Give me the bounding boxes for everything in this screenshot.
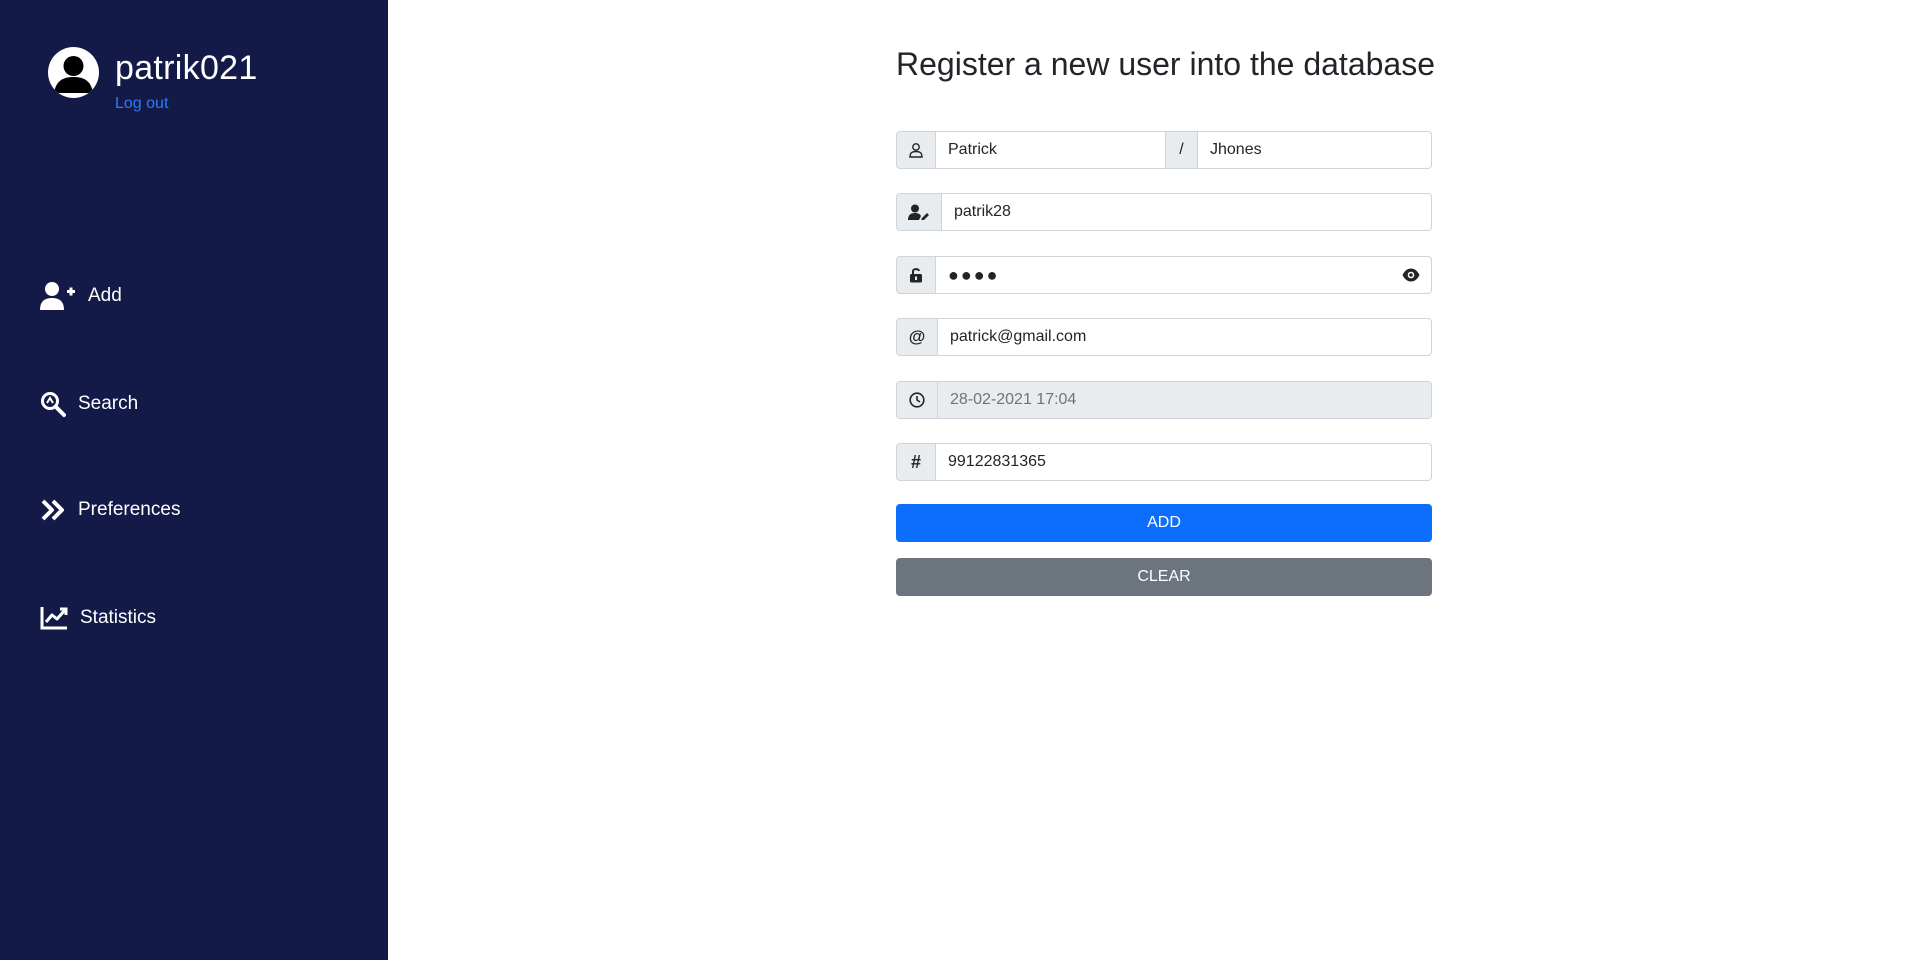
eye-icon[interactable] bbox=[1402, 268, 1420, 287]
email-input[interactable] bbox=[938, 318, 1432, 356]
id-number-row: # bbox=[896, 443, 1432, 481]
clock-icon bbox=[896, 381, 938, 419]
search-icon bbox=[40, 391, 66, 417]
page-title: Register a new user into the database bbox=[896, 46, 1435, 82]
password-wrapper bbox=[936, 256, 1432, 294]
id-addon: # bbox=[896, 443, 936, 481]
id-number-input[interactable] bbox=[936, 443, 1432, 481]
logout-link[interactable]: Log out bbox=[115, 95, 168, 113]
person-icon bbox=[896, 131, 936, 169]
username-row bbox=[896, 193, 1432, 231]
name-separator: / bbox=[1166, 131, 1198, 169]
last-name-input[interactable] bbox=[1198, 131, 1432, 169]
chart-line-icon bbox=[40, 605, 68, 631]
password-input[interactable] bbox=[936, 256, 1432, 294]
sidebar-item-label: Search bbox=[78, 393, 139, 414]
main-content: Register a new user into the database / bbox=[388, 0, 1920, 960]
sidebar-item-label: Statistics bbox=[80, 607, 157, 628]
add-button[interactable]: ADD bbox=[896, 504, 1432, 542]
email-addon: @ bbox=[896, 318, 938, 356]
sidebar-item-label: Add bbox=[88, 285, 122, 306]
datetime-row bbox=[896, 381, 1432, 419]
password-row bbox=[896, 256, 1432, 294]
username-label: patrik021 bbox=[115, 49, 258, 87]
first-name-input[interactable] bbox=[936, 131, 1166, 169]
sidebar-item-add[interactable]: Add bbox=[40, 281, 122, 311]
sidebar-item-statistics[interactable]: Statistics bbox=[40, 605, 156, 631]
double-chevron-right-icon bbox=[40, 498, 66, 522]
sidebar-item-search[interactable]: Search bbox=[40, 391, 138, 417]
clear-button[interactable]: CLEAR bbox=[896, 558, 1432, 596]
sidebar: patrik021 Log out Add Search Preferences… bbox=[0, 0, 388, 960]
user-edit-icon bbox=[896, 193, 942, 231]
unlock-icon bbox=[896, 256, 936, 294]
datetime-field bbox=[938, 381, 1432, 419]
user-avatar-icon bbox=[48, 47, 99, 98]
username-input[interactable] bbox=[942, 193, 1432, 231]
sidebar-item-label: Preferences bbox=[78, 499, 181, 520]
name-row: / bbox=[896, 131, 1432, 169]
email-row: @ bbox=[896, 318, 1432, 356]
sidebar-item-preferences[interactable]: Preferences bbox=[40, 498, 180, 522]
user-plus-icon bbox=[40, 281, 76, 311]
